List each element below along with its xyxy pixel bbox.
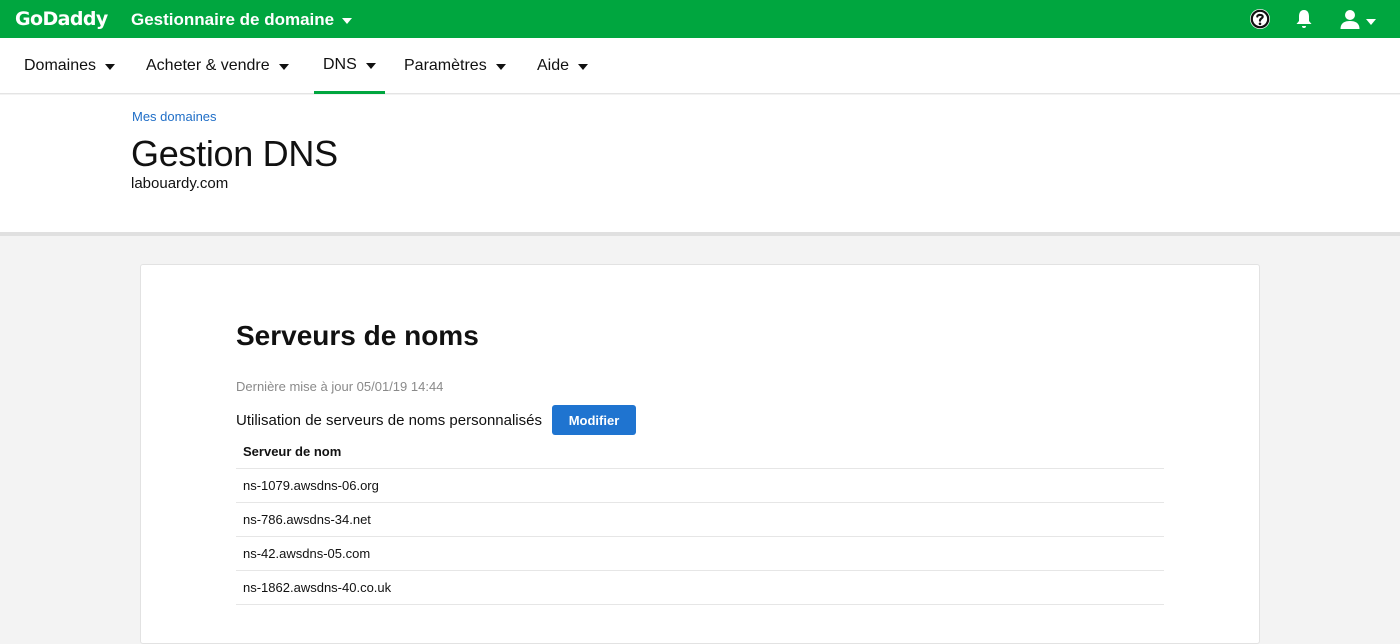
help-icon[interactable]	[1248, 7, 1272, 31]
breadcrumb[interactable]: Mes domaines	[132, 109, 217, 124]
chevron-down-icon[interactable]	[1366, 19, 1376, 25]
chevron-down-icon	[365, 62, 376, 69]
app-switcher[interactable]: Gestionnaire de domaine	[131, 10, 353, 30]
nav-item-acheter-vendre[interactable]: Acheter & vendre	[146, 38, 289, 94]
godaddy-logo[interactable]: GoDaddy	[15, 8, 108, 30]
table-row: ns-786.awsdns-34.net	[236, 503, 1164, 537]
nav-item-label: Paramètres	[404, 57, 487, 74]
table-row: ns-1862.awsdns-40.co.uk	[236, 571, 1164, 605]
page-header: Mes domaines Gestion DNS labouardy.com	[0, 95, 1400, 236]
chevron-down-icon	[578, 64, 589, 70]
user-icon[interactable]	[1338, 7, 1362, 31]
domain-name: labouardy.com	[131, 175, 229, 192]
chevron-down-icon	[342, 18, 353, 24]
nameservers-card: Serveurs de noms Dernière mise à jour 05…	[140, 264, 1260, 644]
table-row: ns-1079.awsdns-06.org	[236, 469, 1164, 503]
modify-button[interactable]: Modifier	[551, 405, 636, 435]
custom-nameservers-row: Utilisation de serveurs de noms personna…	[236, 405, 636, 435]
last-updated: Dernière mise à jour 05/01/19 14:44	[236, 379, 444, 394]
nav-item-dns[interactable]: DNS	[314, 38, 385, 94]
main-nav: Domaines Acheter & vendre DNS Paramètres…	[0, 38, 1400, 94]
table-header: Serveur de nom	[236, 435, 1164, 469]
chevron-down-icon	[495, 64, 506, 70]
nav-item-parametres[interactable]: Paramètres	[404, 38, 506, 94]
nameservers-table: Serveur de nom ns-1079.awsdns-06.org ns-…	[236, 435, 1164, 605]
nav-item-label: DNS	[323, 55, 357, 73]
table-row: ns-42.awsdns-05.com	[236, 537, 1164, 571]
nav-item-label: Domaines	[24, 57, 97, 74]
custom-nameservers-text: Utilisation de serveurs de noms personna…	[236, 411, 542, 429]
chevron-down-icon	[278, 64, 289, 70]
nav-item-label: Acheter & vendre	[146, 57, 270, 74]
app-title: Gestionnaire de domaine	[131, 10, 335, 29]
top-bar: GoDaddy Gestionnaire de domaine	[0, 0, 1400, 38]
nav-item-label: Aide	[537, 57, 570, 74]
page-title: Gestion DNS	[131, 133, 338, 174]
section-title: Serveurs de noms	[236, 320, 479, 351]
nav-item-domaines[interactable]: Domaines	[24, 38, 116, 94]
bell-icon[interactable]	[1292, 7, 1316, 31]
nav-item-aide[interactable]: Aide	[537, 38, 589, 94]
chevron-down-icon	[105, 64, 116, 70]
